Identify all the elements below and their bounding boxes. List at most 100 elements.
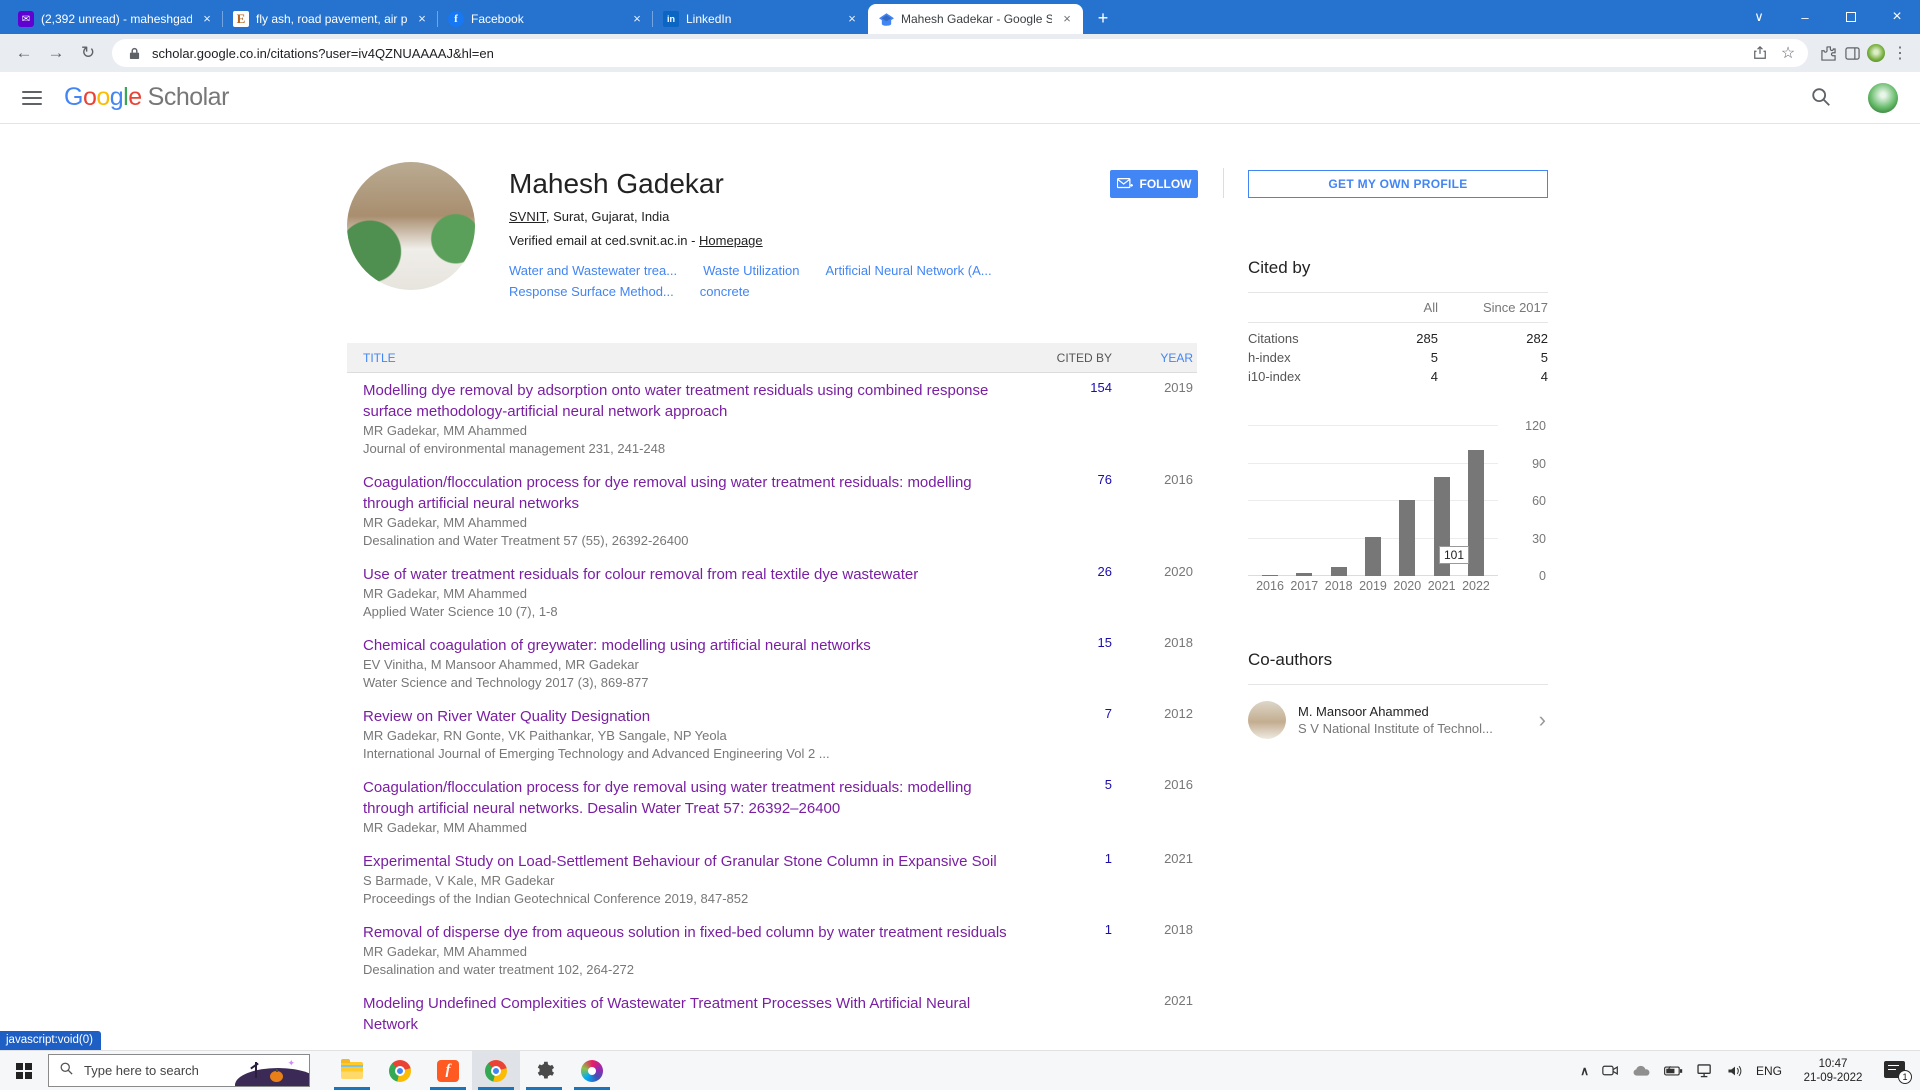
- cited-by-count-link[interactable]: 5: [1017, 777, 1112, 792]
- publication-authors: EV Vinitha, M Mansoor Ahammed, MR Gadeka…: [363, 656, 1017, 674]
- cited-by-count-link[interactable]: 154: [1017, 380, 1112, 395]
- scholar-logo[interactable]: GoogleScholar: [64, 83, 229, 112]
- publication-title-link[interactable]: Coagulation/flocculation process for dye…: [363, 777, 1017, 819]
- cited-by-count-link[interactable]: 26: [1017, 564, 1112, 579]
- chart-bar[interactable]: [1365, 537, 1381, 576]
- close-tab-icon[interactable]: ×: [199, 11, 215, 27]
- account-avatar[interactable]: [1868, 83, 1898, 113]
- forward-button[interactable]: →: [42, 39, 70, 67]
- interest-tag[interactable]: Water and Wastewater trea...: [509, 261, 677, 280]
- interest-tag[interactable]: Artificial Neural Network (A...: [825, 261, 991, 280]
- browser-tab-linkedin[interactable]: in LinkedIn ×: [653, 4, 868, 34]
- tray-chevron-up-icon[interactable]: ∧: [1580, 1064, 1589, 1078]
- cited-by-count-link[interactable]: 76: [1017, 472, 1112, 487]
- main-column: Mahesh Gadekar SVNIT, Surat, Gujarat, In…: [347, 162, 1197, 1042]
- chart-ytick-label: 60: [1500, 494, 1546, 508]
- cited-by-title[interactable]: Cited by: [1248, 258, 1548, 278]
- browser-tab-journal[interactable]: E fly ash, road pavement, air pollut ×: [223, 4, 438, 34]
- new-tab-button[interactable]: +: [1089, 4, 1117, 32]
- chart-bar[interactable]: [1331, 567, 1347, 576]
- language-indicator[interactable]: ENG: [1756, 1064, 1782, 1078]
- chart-plot: 101: [1248, 426, 1498, 576]
- onedrive-cloud-icon[interactable]: [1632, 1064, 1651, 1077]
- interest-tag[interactable]: concrete: [700, 282, 750, 301]
- taskbar-search-box[interactable]: Type here to search ✦: [48, 1054, 310, 1087]
- sort-by-year[interactable]: YEAR: [1112, 351, 1197, 365]
- bookmark-star-icon[interactable]: ☆: [1778, 43, 1798, 63]
- homepage-link[interactable]: Homepage: [699, 233, 763, 248]
- profile-photo[interactable]: [347, 162, 475, 290]
- browser-menu-icon[interactable]: ⋮: [1890, 43, 1910, 63]
- extension-avatar-icon[interactable]: [1866, 43, 1886, 63]
- publication-title-link[interactable]: Removal of disperse dye from aqueous sol…: [363, 922, 1017, 943]
- close-window-button[interactable]: ×: [1874, 0, 1920, 34]
- chart-bar[interactable]: [1468, 450, 1484, 576]
- minimize-button[interactable]: –: [1782, 0, 1828, 34]
- search-highlight-illustration[interactable]: ✦: [227, 1055, 309, 1086]
- cited-by-count-link[interactable]: 15: [1017, 635, 1112, 650]
- notification-center-icon[interactable]: 1: [1884, 1060, 1910, 1082]
- publication-title-link[interactable]: Experimental Study on Load-Settlement Be…: [363, 851, 1017, 872]
- follow-button[interactable]: FOLLOW: [1110, 170, 1198, 198]
- google-scholar-icon: [878, 11, 894, 27]
- cited-by-count-link[interactable]: 7: [1017, 706, 1112, 721]
- chart-ytick-label: 90: [1500, 457, 1546, 471]
- restore-button[interactable]: [1828, 0, 1874, 34]
- affiliation-link[interactable]: SVNIT: [509, 209, 546, 224]
- hamburger-menu-icon[interactable]: [22, 91, 42, 105]
- chart-xlabels: 2016201720182019202020212022: [1248, 579, 1498, 593]
- cited-by-count-link[interactable]: 1: [1017, 851, 1112, 866]
- sort-by-title[interactable]: TITLE: [363, 351, 1017, 365]
- mail-icon: ✉: [18, 11, 34, 27]
- reload-button[interactable]: ↻: [74, 39, 102, 67]
- close-tab-icon[interactable]: ×: [844, 11, 860, 27]
- coauthor-item[interactable]: M. Mansoor Ahammed S V National Institut…: [1248, 701, 1548, 739]
- get-my-own-profile-button[interactable]: GET MY OWN PROFILE: [1248, 170, 1548, 198]
- browser-tab-facebook[interactable]: f Facebook ×: [438, 4, 653, 34]
- clock[interactable]: 10:47 21-09-2022: [1795, 1057, 1871, 1085]
- url-text[interactable]: scholar.google.co.in/citations?user=iv4Q…: [152, 46, 1742, 61]
- chart-bar[interactable]: [1262, 575, 1278, 576]
- browser-tab-scholar-active[interactable]: Mahesh Gadekar - Google Schol ×: [868, 4, 1083, 34]
- address-bar[interactable]: scholar.google.co.in/citations?user=iv4Q…: [112, 39, 1808, 67]
- back-button[interactable]: ←: [10, 39, 38, 67]
- publication-title-link[interactable]: Modelling dye removal by adsorption onto…: [363, 380, 1017, 422]
- browser-tab-mail[interactable]: ✉ (2,392 unread) - maheshgadekar ×: [8, 4, 223, 34]
- sort-by-citations[interactable]: CITED BY: [1017, 351, 1112, 365]
- share-icon[interactable]: [1750, 43, 1770, 63]
- publication-title-link[interactable]: Review on River Water Quality Designatio…: [363, 706, 1017, 727]
- publication-title-link[interactable]: Use of water treatment residuals for col…: [363, 564, 1017, 585]
- volume-icon[interactable]: [1727, 1064, 1743, 1078]
- taskbar-foxit-pdf[interactable]: f: [424, 1051, 472, 1090]
- search-icon[interactable]: [1810, 86, 1834, 110]
- publication-venue: Desalination and water treatment 102, 26…: [363, 961, 1017, 979]
- tab-search-chevron-icon[interactable]: ∨: [1736, 0, 1782, 34]
- publication-title-link[interactable]: Modeling Undefined Complexities of Waste…: [363, 993, 1017, 1035]
- cited-by-col-all: All: [1368, 300, 1438, 315]
- taskbar-chrome-2[interactable]: [472, 1051, 520, 1090]
- side-panel-icon[interactable]: [1842, 43, 1862, 63]
- interest-tag[interactable]: Waste Utilization: [703, 261, 799, 280]
- network-icon[interactable]: [1697, 1064, 1714, 1078]
- close-tab-icon[interactable]: ×: [629, 11, 645, 27]
- chart-bar[interactable]: [1399, 500, 1415, 576]
- battery-icon[interactable]: [1664, 1065, 1684, 1077]
- coauthor-name[interactable]: M. Mansoor Ahammed: [1298, 704, 1537, 719]
- cited-by-count-link[interactable]: 1: [1017, 922, 1112, 937]
- chevron-right-icon[interactable]: ›: [1537, 707, 1548, 733]
- scholar-header: GoogleScholar: [0, 72, 1920, 124]
- interest-tag[interactable]: Response Surface Method...: [509, 282, 674, 301]
- taskbar-chrome[interactable]: [376, 1051, 424, 1090]
- chart-bar[interactable]: [1296, 573, 1312, 576]
- taskbar-file-explorer[interactable]: [328, 1051, 376, 1090]
- start-button[interactable]: [0, 1051, 48, 1090]
- taskbar-settings[interactable]: [520, 1051, 568, 1090]
- taskbar-paint-3d[interactable]: [568, 1051, 616, 1090]
- meet-now-icon[interactable]: [1602, 1064, 1619, 1077]
- publication-title-link[interactable]: Chemical coagulation of greywater: model…: [363, 635, 1017, 656]
- extensions-puzzle-icon[interactable]: [1818, 43, 1838, 63]
- close-tab-icon[interactable]: ×: [1059, 11, 1075, 27]
- close-tab-icon[interactable]: ×: [414, 11, 430, 27]
- publication-title-link[interactable]: Coagulation/flocculation process for dye…: [363, 472, 1017, 514]
- google-wordmark: Google: [64, 83, 142, 111]
